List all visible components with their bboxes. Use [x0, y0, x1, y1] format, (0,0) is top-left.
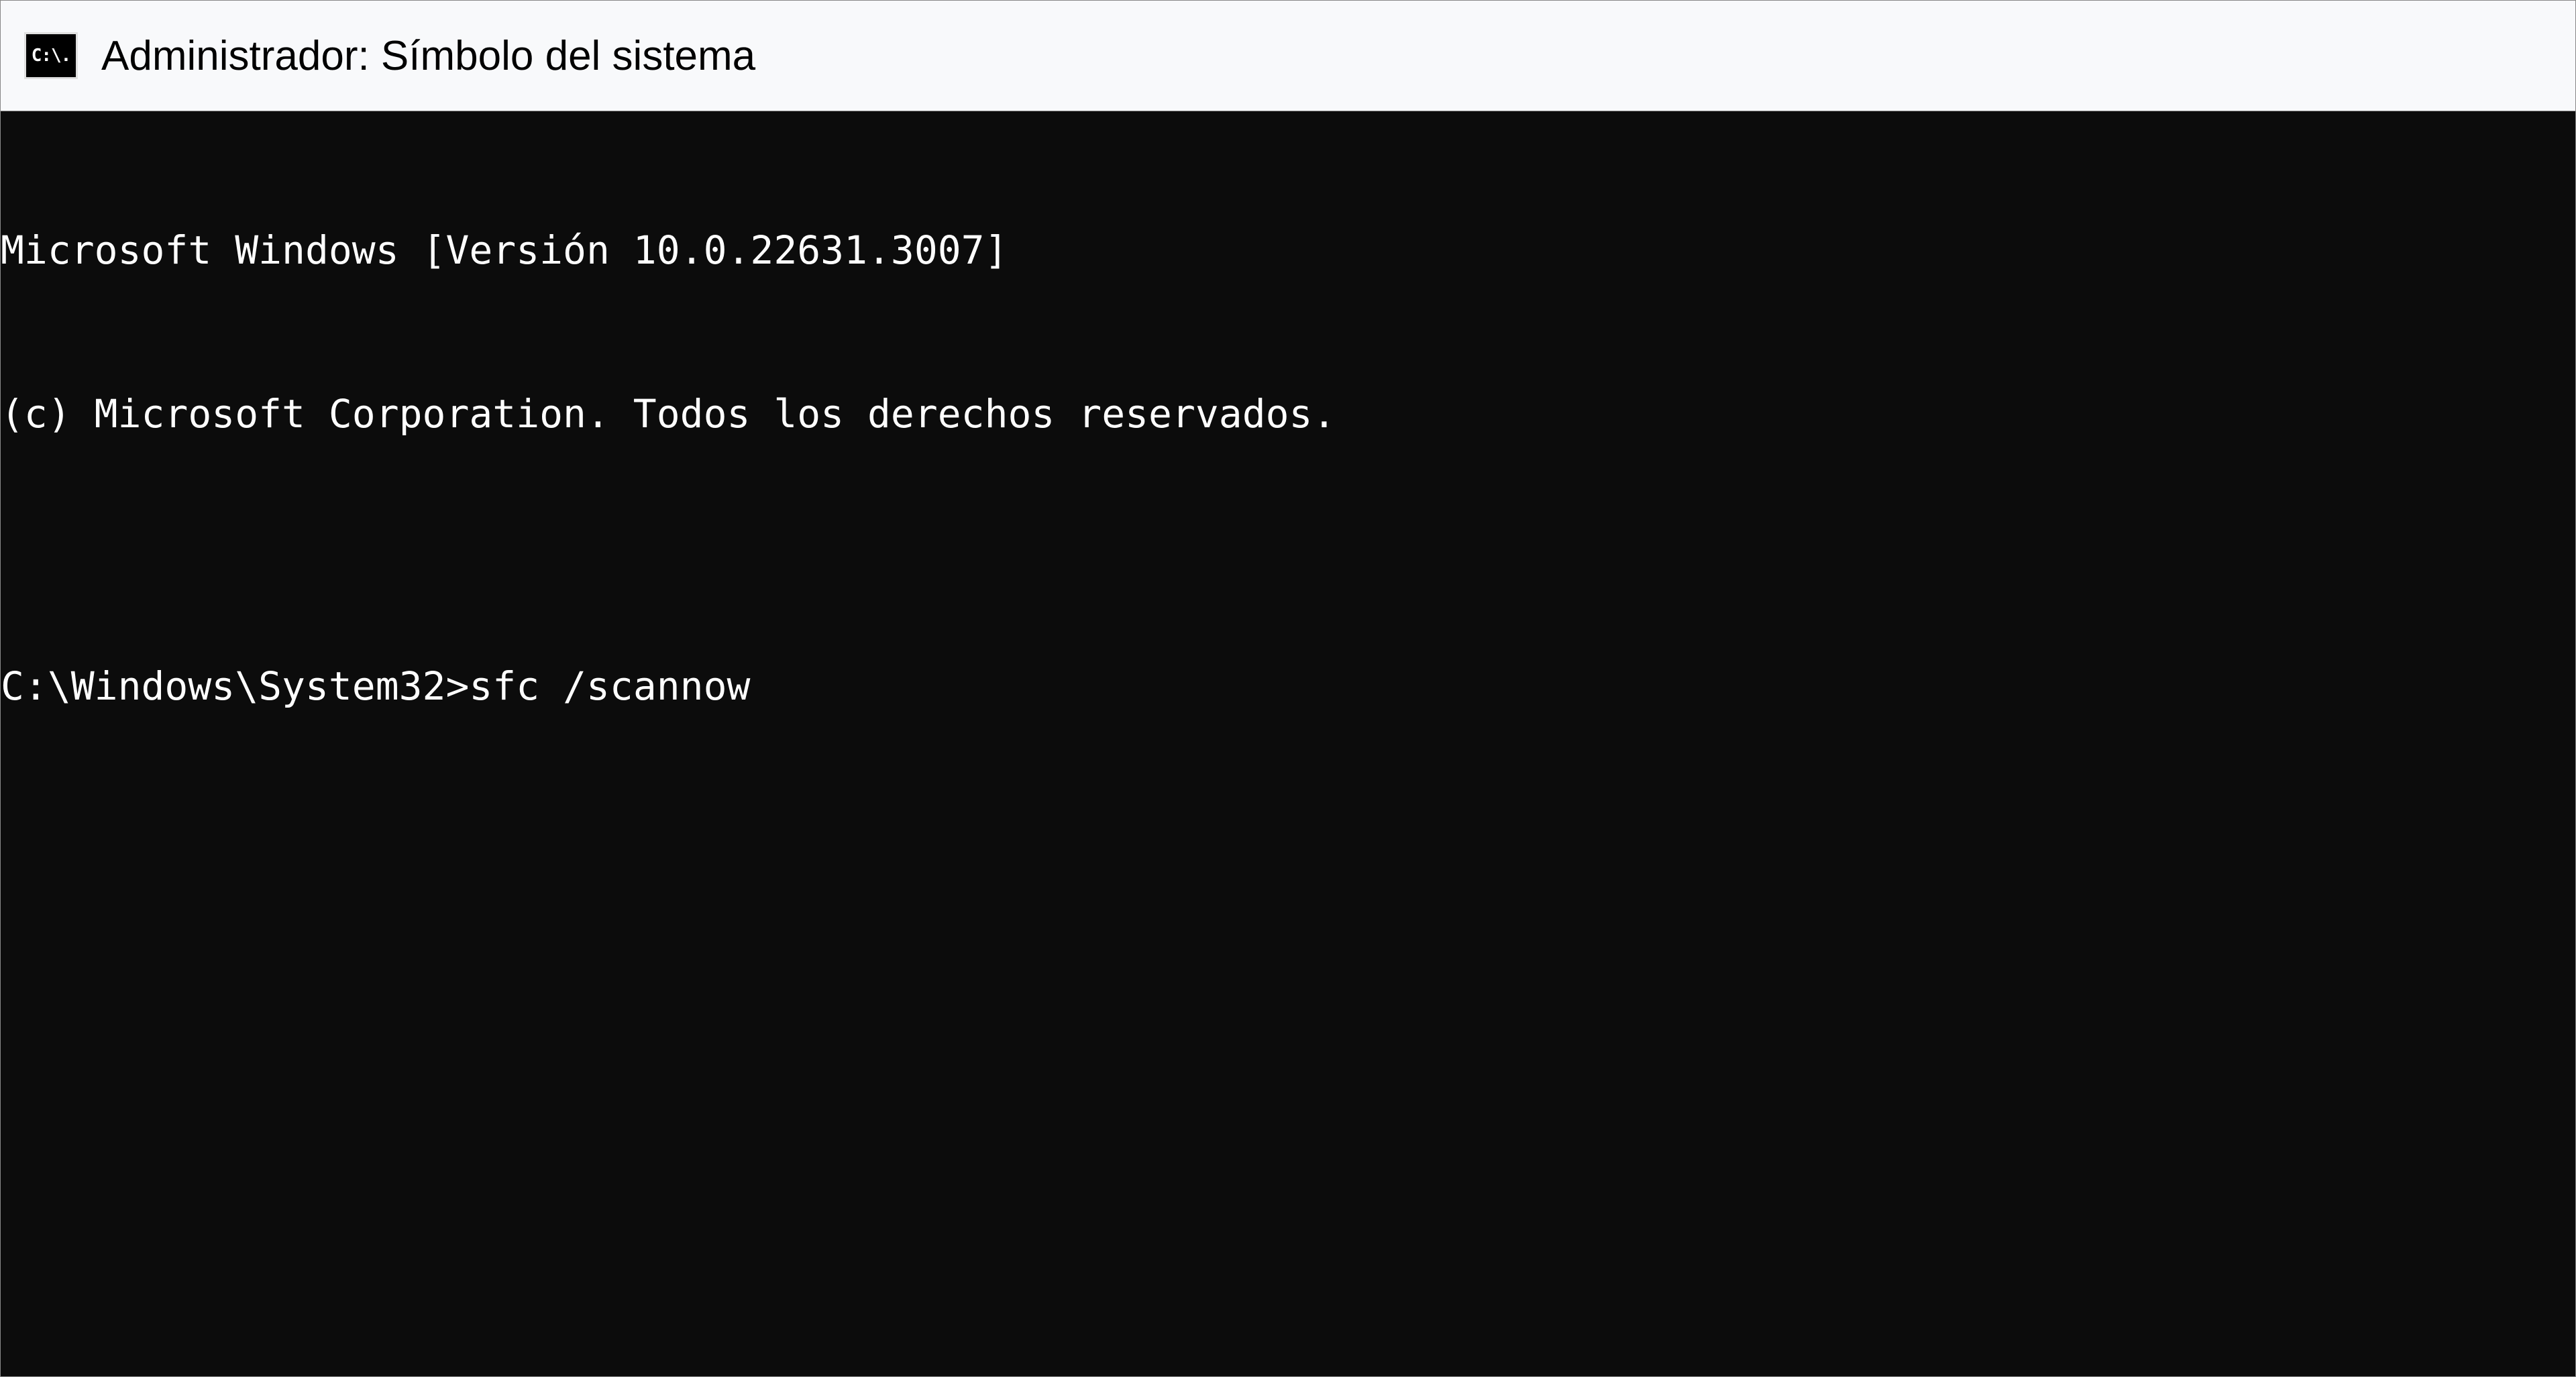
copyright-line: (c) Microsoft Corporation. Todos los der…	[1, 387, 2575, 441]
cmd-icon-label: C:\.	[32, 46, 71, 66]
command-input[interactable]: sfc /scannow	[469, 659, 750, 714]
cmd-icon: C:\.	[24, 32, 78, 79]
terminal-output[interactable]: Microsoft Windows [Versión 10.0.22631.30…	[1, 111, 2575, 1376]
version-line: Microsoft Windows [Versión 10.0.22631.30…	[1, 223, 2575, 278]
prompt-path: C:\Windows\System32>	[1, 659, 469, 714]
window-titlebar[interactable]: C:\. Administrador: Símbolo del sistema	[1, 1, 2575, 111]
command-prompt-window: C:\. Administrador: Símbolo del sistema …	[0, 0, 2576, 1377]
prompt-line: C:\Windows\System32>sfc /scannow	[1, 659, 2575, 714]
window-title: Administrador: Símbolo del sistema	[101, 32, 755, 80]
